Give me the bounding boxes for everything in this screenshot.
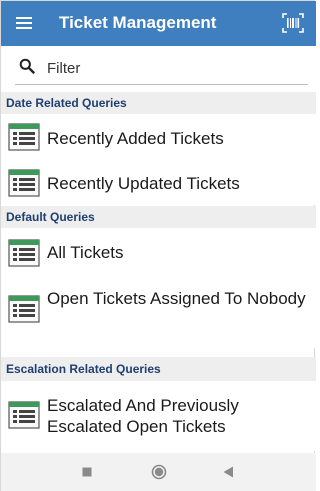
query-item[interactable]: Open Tickets Assigned To Nobody: [1, 278, 316, 348]
system-nav-bar: [1, 453, 316, 491]
query-item[interactable]: Escalated And Previously Escalated Open …: [1, 381, 316, 451]
menu-icon[interactable]: [16, 17, 32, 30]
query-item[interactable]: All Tickets: [1, 228, 316, 278]
query-item-label: Recently Added Tickets: [47, 129, 224, 148]
section-header-date: Date Related Queries: [1, 92, 316, 114]
query-item-label: Escalated And Previously Escalated Open …: [47, 396, 239, 436]
section-header-default: Default Queries: [1, 206, 316, 228]
query-item[interactable]: Recently Added Tickets: [1, 114, 316, 160]
circle-home-icon[interactable]: [151, 464, 167, 480]
app-screen: Ticket Management Date Related Queries R…: [0, 0, 316, 491]
page-title: Ticket Management: [59, 13, 217, 32]
query-item-label: All Tickets: [47, 243, 124, 262]
filter-bar: [1, 46, 316, 92]
barcode-scan-icon[interactable]: [282, 13, 304, 33]
table-list-icon: [8, 123, 40, 151]
app-bar: Ticket Management: [1, 1, 316, 46]
table-list-icon: [8, 169, 40, 197]
table-list-icon: [8, 295, 40, 323]
query-item[interactable]: Recently Updated Tickets: [1, 160, 316, 205]
search-icon: [19, 58, 35, 74]
table-list-icon: [8, 401, 40, 429]
square-recents-icon[interactable]: [82, 467, 92, 477]
triangle-back-icon[interactable]: [223, 466, 234, 478]
query-item-label: Open Tickets Assigned To Nobody: [47, 289, 306, 308]
filter-underline: [15, 84, 308, 85]
query-item-label: Recently Updated Tickets: [47, 174, 240, 193]
filter-input[interactable]: [47, 54, 303, 82]
table-list-icon: [8, 239, 40, 267]
section-header-escalation: Escalation Related Queries: [1, 357, 316, 381]
